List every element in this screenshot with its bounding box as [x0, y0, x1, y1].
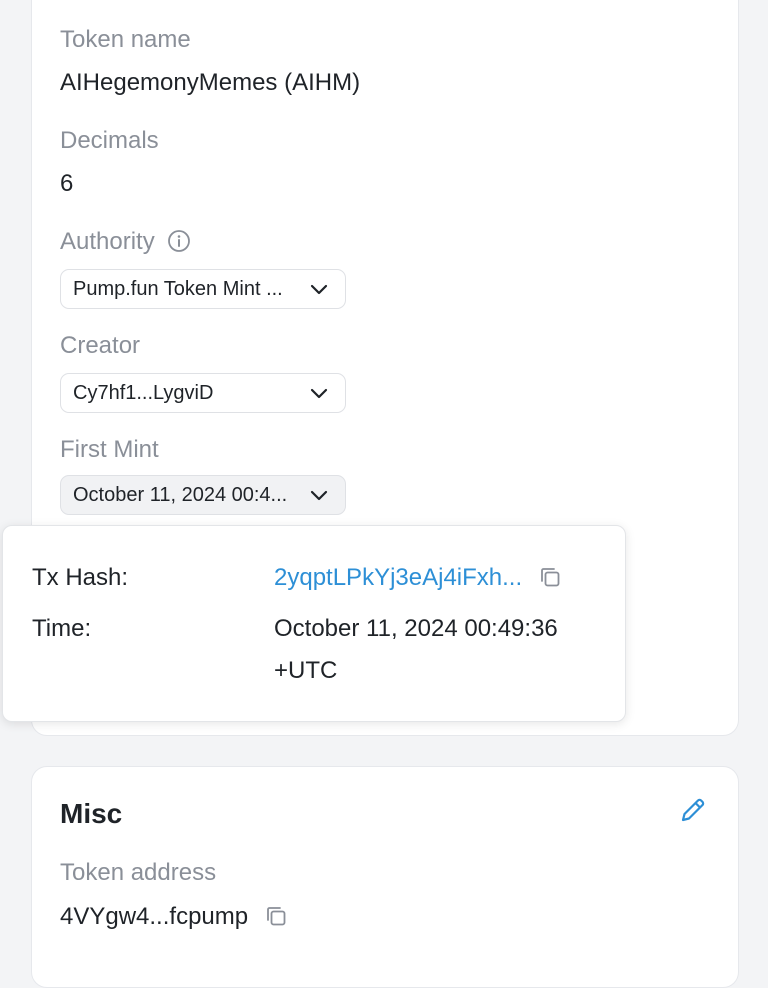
info-icon[interactable] — [167, 229, 191, 253]
misc-title: Misc — [60, 798, 123, 829]
first-mint-popover: Tx Hash: 2yqptLPkYj3eAj4iFxh... Time: Oc… — [2, 525, 626, 722]
token-name-value: AIHegemonyMemes (AIHM) — [60, 69, 361, 96]
time-value-line2: +UTC — [274, 657, 338, 684]
time-label: Time: — [32, 615, 92, 642]
tx-hash-row: 2yqptLPkYj3eAj4iFxh... — [274, 564, 563, 592]
chevron-down-icon — [310, 388, 328, 399]
authority-dropdown[interactable]: Pump.fun Token Mint ... — [60, 269, 346, 309]
authority-label-row: Authority — [60, 228, 191, 256]
decimals-label: Decimals — [60, 127, 159, 154]
creator-label: Creator — [60, 332, 141, 359]
authority-label: Authority — [60, 228, 155, 255]
decimals-value: 6 — [60, 170, 74, 197]
token-name-label: Token name — [60, 26, 191, 53]
copy-icon[interactable] — [263, 903, 289, 929]
first-mint-dropdown[interactable]: October 11, 2024 00:4... — [60, 475, 346, 515]
token-address-row: 4VYgw4...fcpump — [60, 903, 289, 931]
copy-icon[interactable] — [537, 564, 563, 590]
authority-dropdown-value: Pump.fun Token Mint ... — [73, 277, 283, 300]
first-mint-dropdown-value: October 11, 2024 00:4... — [73, 483, 288, 506]
creator-dropdown-value: Cy7hf1...LygviD — [73, 381, 214, 404]
creator-dropdown[interactable]: Cy7hf1...LygviD — [60, 373, 346, 413]
tx-hash-link[interactable]: 2yqptLPkYj3eAj4iFxh... — [274, 564, 522, 591]
time-value-line1: October 11, 2024 00:49:36 — [274, 615, 558, 642]
pencil-icon[interactable] — [677, 794, 709, 826]
tx-hash-label: Tx Hash: — [32, 564, 129, 591]
chevron-down-icon — [310, 284, 328, 295]
first-mint-label: First Mint — [60, 436, 159, 463]
chevron-down-icon — [310, 490, 328, 501]
token-address-label: Token address — [60, 859, 217, 886]
